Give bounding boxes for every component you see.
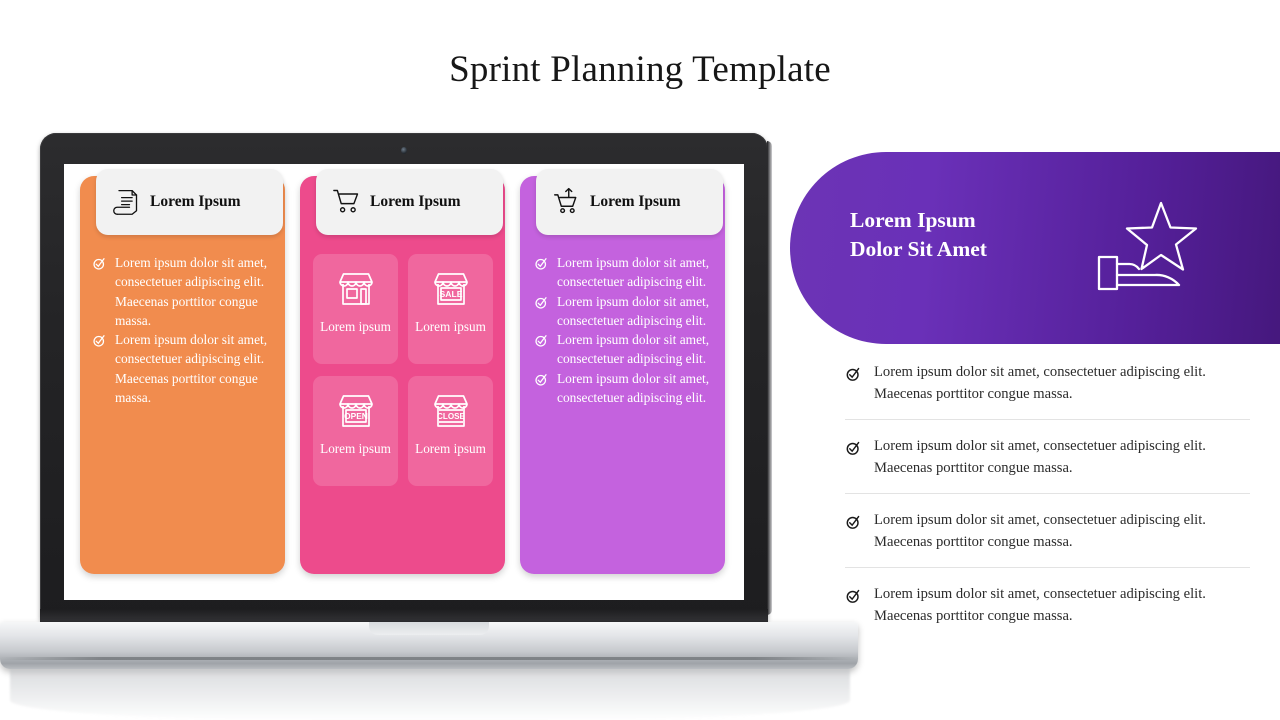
column-orange-title: Lorem Ipsum <box>150 193 241 210</box>
feature-list: Lorem ipsum dolor sit amet, consectetuer… <box>845 356 1250 641</box>
list-item: Lorem ipsum dolor sit amet, consectetuer… <box>534 369 716 408</box>
column-orange-header[interactable]: Lorem Ipsum <box>96 169 283 235</box>
column-purple[interactable]: Lorem Ipsum Lorem ipsum dolor sit amet, … <box>520 169 725 574</box>
slide-canvas: Sprint Planning Template Lorem Ipsum Lor… <box>0 0 1280 720</box>
tile-store-open[interactable]: OPEN Lorem ipsum <box>313 376 398 486</box>
tile-label: Lorem ipsum <box>415 441 486 456</box>
column-pink[interactable]: Lorem Ipsum Lorem ipsum SALE Lorem ipsum… <box>300 169 505 574</box>
list-item-text: Lorem ipsum dolor sit amet, consectetuer… <box>115 332 268 406</box>
banner-title-line2: Dolor Sit Amet <box>850 237 987 261</box>
list-item-text: Lorem ipsum dolor sit amet, consectetuer… <box>557 370 710 406</box>
svg-text:SALE: SALE <box>439 289 462 299</box>
banner-title: Lorem Ipsum Dolor Sit Amet <box>850 206 1120 264</box>
column-purple-header[interactable]: Lorem Ipsum <box>536 169 723 235</box>
hand-star-award-icon <box>1095 197 1201 297</box>
list-item: Lorem ipsum dolor sit amet, consectetuer… <box>845 356 1250 419</box>
store-open-icon: OPEN <box>334 390 378 432</box>
webcam-icon <box>401 147 407 154</box>
banner-title-line1: Lorem Ipsum <box>850 208 976 232</box>
store-close-icon: CLOSE <box>429 390 473 432</box>
tile-store-sale[interactable]: SALE Lorem ipsum <box>408 254 493 364</box>
tile-label: Lorem ipsum <box>320 441 391 456</box>
check-circle-icon <box>92 332 107 349</box>
check-circle-icon <box>534 371 549 388</box>
list-item-text: Lorem ipsum dolor sit amet, consectetuer… <box>874 364 1206 402</box>
list-item-text: Lorem ipsum dolor sit amet, consectetuer… <box>874 438 1206 476</box>
list-item: Lorem ipsum dolor sit amet, consectetuer… <box>534 330 716 369</box>
svg-text:CLOSE: CLOSE <box>437 412 465 421</box>
store-front-icon <box>334 268 378 310</box>
list-item-text: Lorem ipsum dolor sit amet, consectetuer… <box>557 255 710 290</box>
check-circle-icon <box>534 294 549 311</box>
list-item-text: Lorem ipsum dolor sit amet, consectetuer… <box>115 255 268 328</box>
check-circle-icon <box>845 513 862 531</box>
check-circle-icon <box>534 332 549 349</box>
scroll-document-icon <box>112 187 140 217</box>
page-title: Sprint Planning Template <box>449 49 831 90</box>
list-item: Lorem ipsum dolor sit amet, consectetuer… <box>534 292 716 331</box>
highlight-banner[interactable]: Lorem Ipsum Dolor Sit Amet <box>790 152 1280 344</box>
laptop-reflection <box>10 669 850 720</box>
store-sale-icon: SALE <box>429 268 473 310</box>
list-item: Lorem ipsum dolor sit amet, consectetuer… <box>92 253 278 330</box>
list-item: Lorem ipsum dolor sit amet, consectetuer… <box>845 567 1250 641</box>
check-circle-icon <box>92 255 107 272</box>
check-circle-icon <box>845 439 862 457</box>
laptop-screen: Lorem Ipsum Lorem ipsum dolor sit amet, … <box>64 164 744 600</box>
check-circle-icon <box>845 365 862 383</box>
check-circle-icon <box>845 587 862 605</box>
column-purple-title: Lorem Ipsum <box>590 193 681 210</box>
columns-container: Lorem Ipsum Lorem ipsum dolor sit amet, … <box>80 169 740 576</box>
list-item-text: Lorem ipsum dolor sit amet, consectetuer… <box>557 332 710 367</box>
laptop-base <box>0 622 858 669</box>
column-purple-bullets: Lorem ipsum dolor sit amet, consectetuer… <box>534 253 716 407</box>
list-item: Lorem ipsum dolor sit amet, consectetuer… <box>92 330 278 407</box>
list-item-text: Lorem ipsum dolor sit amet, consectetuer… <box>874 586 1206 624</box>
cart-upload-icon <box>552 187 580 217</box>
list-item-text: Lorem ipsum dolor sit amet, consectetuer… <box>557 293 710 328</box>
column-pink-title: Lorem Ipsum <box>370 193 461 210</box>
list-item-text: Lorem ipsum dolor sit amet, consectetuer… <box>874 512 1206 550</box>
tile-label: Lorem ipsum <box>320 319 391 334</box>
list-item: Lorem ipsum dolor sit amet, consectetuer… <box>534 253 716 292</box>
tile-store-front[interactable]: Lorem ipsum <box>313 254 398 364</box>
list-item: Lorem ipsum dolor sit amet, consectetuer… <box>845 419 1250 493</box>
tile-store-close[interactable]: CLOSE Lorem ipsum <box>408 376 493 486</box>
list-item: Lorem ipsum dolor sit amet, consectetuer… <box>845 493 1250 567</box>
column-orange[interactable]: Lorem Ipsum Lorem ipsum dolor sit amet, … <box>80 169 285 574</box>
tile-label: Lorem ipsum <box>415 319 486 334</box>
laptop-mockup: Lorem Ipsum Lorem ipsum dolor sit amet, … <box>0 133 870 720</box>
svg-text:OPEN: OPEN <box>344 411 368 421</box>
column-orange-bullets: Lorem ipsum dolor sit amet, consectetuer… <box>92 253 278 407</box>
column-pink-header[interactable]: Lorem Ipsum <box>316 169 503 235</box>
laptop-lid: Lorem Ipsum Lorem ipsum dolor sit amet, … <box>40 133 772 621</box>
check-circle-icon <box>534 255 549 272</box>
shopping-cart-icon <box>332 187 360 217</box>
